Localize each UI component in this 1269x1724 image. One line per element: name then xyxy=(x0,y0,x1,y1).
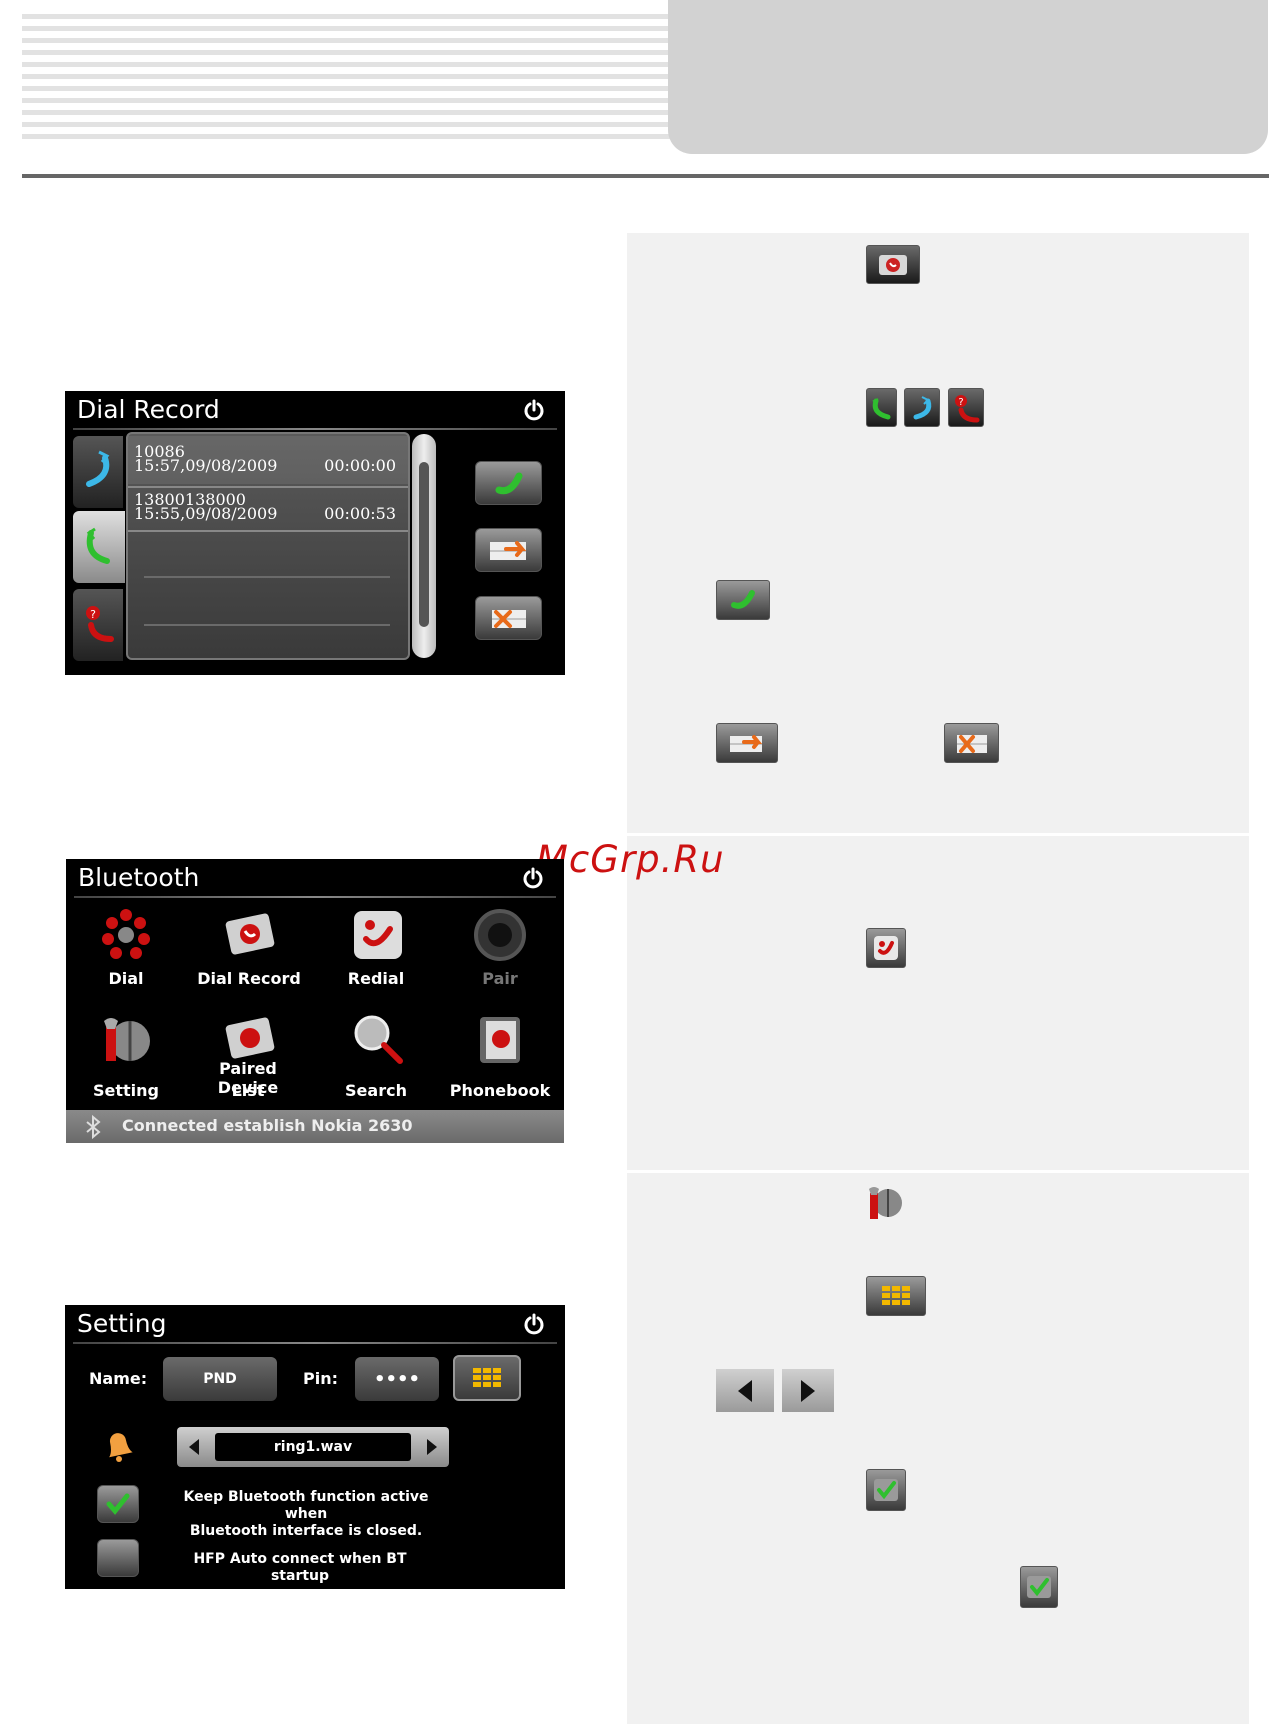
redial-icon xyxy=(866,928,906,968)
menu-label: Setting xyxy=(93,1081,159,1100)
panel-redial xyxy=(627,836,1249,1170)
setting-screen: Setting Name: PND Pin: •••• ring1.wav Ke… xyxy=(65,1305,565,1589)
received-call-icon xyxy=(866,388,897,427)
svg-text:?: ? xyxy=(90,608,96,621)
received-call-icon xyxy=(86,527,110,564)
bluetooth-screen: Bluetooth Dial Dial Record Redial Pair S… xyxy=(66,859,564,1143)
menu-item-redial[interactable]: Redial xyxy=(316,907,436,1007)
setting-icon xyxy=(104,1018,150,1061)
menu-label-line2: List xyxy=(231,1081,265,1100)
keypad-button[interactable] xyxy=(453,1355,521,1401)
keep-bluetooth-label: Keep Bluetooth function active when Blue… xyxy=(171,1489,441,1540)
svg-text:?: ? xyxy=(958,397,963,408)
arrow-right-icon[interactable] xyxy=(421,1437,441,1457)
redial-icon xyxy=(354,911,402,959)
checkbox-checked-icon xyxy=(1020,1566,1058,1608)
checkbox-checked-icon xyxy=(866,1469,906,1511)
menu-item-pair[interactable]: Pair xyxy=(440,907,560,1007)
tab-received-calls[interactable] xyxy=(73,511,125,583)
delete-record-icon xyxy=(944,723,999,763)
phonebook-icon xyxy=(480,1017,520,1063)
bell-icon xyxy=(109,1433,133,1462)
row-divider xyxy=(144,624,390,626)
header-title-box xyxy=(668,0,1268,154)
watermark: McGrp.Ru xyxy=(536,838,725,881)
save-to-phonebook-icon xyxy=(489,541,526,560)
tab-dialed-calls[interactable] xyxy=(73,436,123,508)
record-duration: 00:00:00 xyxy=(324,456,396,475)
dialed-call-icon xyxy=(86,450,110,487)
title-rule xyxy=(73,428,557,430)
keep-bluetooth-label-line2: Bluetooth interface is closed. xyxy=(189,1523,423,1539)
screen-title: Dial Record xyxy=(77,395,220,424)
row-divider xyxy=(144,576,390,578)
title-rule xyxy=(74,896,556,898)
scrollbar[interactable] xyxy=(412,434,436,658)
record-duration: 00:00:53 xyxy=(324,504,396,523)
menu-label: Pair xyxy=(482,969,518,988)
bluetooth-status-icon xyxy=(86,1114,101,1140)
pair-icon xyxy=(474,909,526,961)
arrow-left-icon[interactable] xyxy=(185,1437,205,1457)
title-rule xyxy=(73,1342,557,1344)
name-label: Name: xyxy=(89,1369,148,1388)
pin-field[interactable]: •••• xyxy=(355,1357,439,1401)
keypad-icon xyxy=(473,1368,501,1387)
row-divider xyxy=(128,530,408,532)
connection-status: Connected establish Nokia 2630 xyxy=(122,1116,413,1135)
menu-label: Dial xyxy=(108,969,144,988)
menu-item-dial-record[interactable]: Dial Record xyxy=(184,907,314,1007)
checkbox-checked-icon xyxy=(106,1493,130,1515)
ringtone-value: ring1.wav xyxy=(215,1433,411,1461)
keep-bluetooth-label-line1: Keep Bluetooth function active when xyxy=(183,1489,429,1522)
header-rule xyxy=(22,174,1269,178)
panel-setting xyxy=(627,1173,1249,1724)
menu-item-phonebook[interactable]: Phonebook xyxy=(440,1011,560,1111)
call-button[interactable] xyxy=(475,461,542,505)
menu-label: Search xyxy=(345,1081,407,1100)
screen-title: Bluetooth xyxy=(78,863,200,892)
menu-label: Phonebook xyxy=(449,1081,551,1100)
dial-record-icon xyxy=(225,913,275,955)
menu-label: Redial xyxy=(347,969,405,988)
tab-missed-calls[interactable]: ? xyxy=(73,589,123,661)
power-icon[interactable] xyxy=(523,1313,545,1335)
menu-item-dial[interactable]: Dial xyxy=(66,907,186,1007)
save-to-phonebook-button[interactable] xyxy=(475,528,542,572)
list-item[interactable]: 10086 15:57,09/08/2009 00:00:00 xyxy=(128,436,408,484)
keypad-icon xyxy=(866,1276,926,1316)
screen-title: Setting xyxy=(77,1309,167,1338)
keep-bluetooth-checkbox[interactable] xyxy=(97,1485,139,1523)
setting-icon xyxy=(866,1183,904,1223)
delete-record-button[interactable] xyxy=(475,596,542,640)
header-stripes xyxy=(22,14,682,142)
phone-icon xyxy=(495,472,522,495)
menu-item-setting[interactable]: Setting xyxy=(66,1011,186,1111)
dialed-call-icon xyxy=(904,388,940,427)
save-to-phonebook-icon xyxy=(716,723,778,763)
arrow-left-icon xyxy=(716,1369,774,1412)
power-icon[interactable] xyxy=(522,867,544,889)
menu-label: Dial Record xyxy=(197,969,301,988)
pin-label: Pin: xyxy=(303,1369,338,1388)
list-item[interactable]: 13800138000 15:55,09/08/2009 00:00:53 xyxy=(128,488,408,534)
dial-record-icon xyxy=(866,245,920,284)
name-field[interactable]: PND xyxy=(163,1357,277,1401)
dial-icon xyxy=(102,909,150,959)
delete-record-icon xyxy=(491,610,526,628)
status-bar: Connected establish Nokia 2630 xyxy=(66,1110,564,1143)
hfp-auto-connect-label: HFP Auto connect when BT startup xyxy=(193,1551,407,1584)
scrollbar-thumb[interactable] xyxy=(419,462,429,627)
ringtone-selector[interactable]: ring1.wav xyxy=(177,1427,449,1467)
missed-call-icon: ? xyxy=(948,388,984,427)
arrow-right-icon xyxy=(782,1369,834,1412)
call-button-icon xyxy=(716,580,770,620)
menu-item-search[interactable]: Search xyxy=(316,1011,436,1111)
menu-item-paired-device-list[interactable]: Paired Device List xyxy=(178,1011,318,1111)
power-icon[interactable] xyxy=(523,399,545,421)
record-list: 10086 15:57,09/08/2009 00:00:00 13800138… xyxy=(126,432,410,660)
hfp-auto-connect-checkbox[interactable] xyxy=(97,1539,139,1577)
search-icon xyxy=(354,1015,403,1064)
missed-call-icon: ? xyxy=(86,606,114,642)
